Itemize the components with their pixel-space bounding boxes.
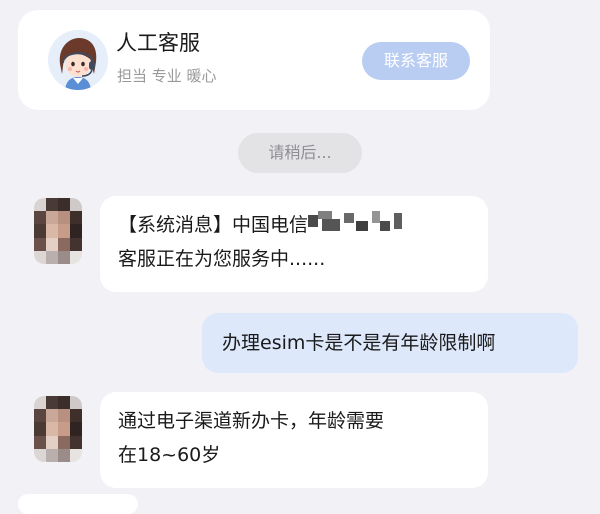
card-title: 人工客服: [116, 31, 200, 55]
message-line: 在18~60岁: [118, 444, 221, 466]
status-pill: 请稍后...: [238, 133, 362, 173]
card-subtitle: 担当 专业 暖心: [117, 67, 217, 85]
agent-avatar[interactable]: [34, 198, 82, 264]
system-message-bubble: 【系统消息】中国电信 客服正在为您服务中......: [100, 196, 488, 292]
message-line: 【系统消息】中国电信: [118, 208, 488, 242]
agent-avatar[interactable]: [34, 396, 82, 462]
agent-reply-bubble: 通过电子渠道新办卡，年龄需要 在18~60岁: [100, 392, 488, 488]
customer-service-card: 人工客服 担当 专业 暖心 联系客服: [18, 10, 490, 110]
next-message-partial: [18, 494, 138, 514]
agent-avatar-icon: [48, 30, 108, 90]
contact-service-button[interactable]: 联系客服: [362, 42, 470, 80]
message-line: 通过电子渠道新办卡，年龄需要: [118, 410, 385, 432]
message-line: 客服正在为您服务中......: [118, 248, 326, 270]
message-text: 办理esim卡是不是有年龄限制啊: [222, 332, 496, 354]
user-message-bubble: 办理esim卡是不是有年龄限制啊: [202, 313, 578, 373]
message-text: 【系统消息】中国电信: [118, 214, 309, 236]
redacted-mosaic: [308, 209, 408, 233]
